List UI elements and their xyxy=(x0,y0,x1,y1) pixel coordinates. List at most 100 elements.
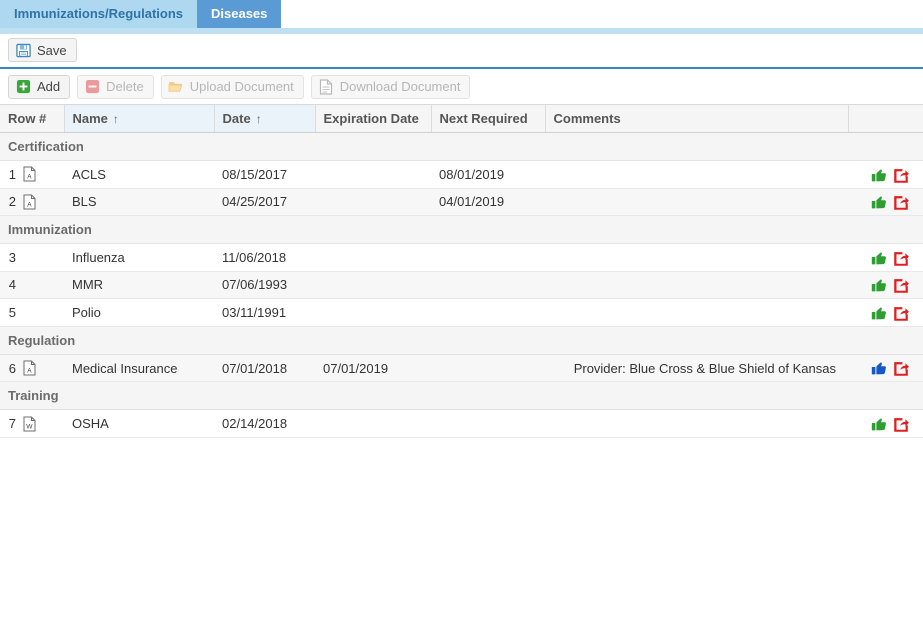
save-button[interactable]: Save xyxy=(8,38,77,62)
download-document-button[interactable]: Download Document xyxy=(310,74,471,99)
upload-document-button[interactable]: Upload Document xyxy=(160,74,304,99)
share-export-icon[interactable] xyxy=(893,194,909,210)
sort-ascending-icon: ↑ xyxy=(112,112,119,126)
add-button[interactable]: Add xyxy=(8,74,71,99)
row-number-label: 2 xyxy=(8,194,16,210)
cell-actions xyxy=(848,160,923,189)
plus-square-icon xyxy=(15,79,31,95)
upload-document-button-label: Upload Document xyxy=(189,79,294,94)
share-export-icon[interactable] xyxy=(893,277,909,293)
cell-next-required: 08/01/2019 xyxy=(431,160,545,189)
column-header-label: Name xyxy=(72,111,108,126)
cell-comments: Provider: Blue Cross & Blue Shield of Ka… xyxy=(545,354,848,383)
cell-name: MMR xyxy=(64,271,214,300)
folder-open-icon xyxy=(168,79,184,95)
cell-row-number: 3 xyxy=(0,243,64,272)
document-icon-placeholder xyxy=(23,249,36,265)
cell-next-required xyxy=(431,354,545,383)
group-header-label: Certification xyxy=(0,132,923,161)
cell-name: ACLS xyxy=(64,160,214,189)
thumbs-up-icon[interactable] xyxy=(871,305,887,321)
column-header-label: Expiration Date xyxy=(323,111,419,126)
thumbs-up-icon[interactable] xyxy=(871,416,887,432)
share-export-icon[interactable] xyxy=(893,250,909,266)
thumbs-up-icon[interactable] xyxy=(871,250,887,266)
add-button-label: Add xyxy=(37,79,61,94)
cell-comments xyxy=(545,188,848,217)
cell-row-number: 4 xyxy=(0,271,64,300)
cell-actions xyxy=(848,243,923,272)
cell-comments xyxy=(545,271,848,300)
column-header-label: Comments xyxy=(553,111,621,126)
cell-next-required: 04/01/2019 xyxy=(431,188,545,217)
table-row[interactable]: 5 Polio 03/11/1991 xyxy=(0,298,923,327)
svg-text:A: A xyxy=(27,367,32,374)
svg-text:A: A xyxy=(27,174,32,181)
cell-actions xyxy=(848,409,923,438)
cell-expiration-date xyxy=(315,298,431,327)
cell-row-number: 1A xyxy=(0,160,64,189)
action-toolbar: Add Delete Upload Document Download Docu… xyxy=(0,69,923,104)
cell-date: 07/06/1993 xyxy=(214,271,315,300)
cell-name: OSHA xyxy=(64,409,214,438)
cell-actions xyxy=(848,271,923,300)
share-export-icon[interactable] xyxy=(893,305,909,321)
tab-immunizations-regulations[interactable]: Immunizations/Regulations xyxy=(0,0,198,28)
group-header-row: Training xyxy=(0,381,923,411)
thumbs-up-icon[interactable] xyxy=(871,360,887,376)
column-header-date[interactable]: Date ↑ xyxy=(214,104,316,133)
tab-bar: Immunizations/Regulations Diseases xyxy=(0,0,923,28)
share-export-icon[interactable] xyxy=(893,416,909,432)
share-export-icon[interactable] xyxy=(893,360,909,377)
tab-diseases[interactable]: Diseases xyxy=(197,0,282,28)
row-number-label: 4 xyxy=(8,277,16,293)
column-header-name[interactable]: Name ↑ xyxy=(64,104,215,133)
group-header-label: Training xyxy=(0,381,923,411)
document-icon-placeholder xyxy=(23,277,36,293)
pdf-icon[interactable]: A xyxy=(23,360,36,376)
thumbs-up-icon[interactable] xyxy=(871,277,887,293)
word-icon[interactable]: W xyxy=(23,416,36,432)
row-number-label: 3 xyxy=(8,249,16,265)
table-row[interactable]: 6 A Medical Insurance 07/01/2018 07/01/2019 P… xyxy=(0,354,923,383)
cell-comments xyxy=(545,409,848,438)
save-toolbar: Save xyxy=(0,34,923,67)
save-button-label: Save xyxy=(37,42,67,58)
immunizations-grid: Row # Name ↑ Date ↑ Expiration Date Next R… xyxy=(0,104,923,438)
column-header-next-required[interactable]: Next Required xyxy=(431,104,546,133)
cell-date: 11/06/2018 xyxy=(214,243,315,272)
cell-expiration-date: 07/01/2019 xyxy=(315,354,431,383)
grid-header-row: Row # Name ↑ Date ↑ Expiration Date Next R… xyxy=(0,104,923,133)
tab-label: Immunizations/Regulations xyxy=(14,6,184,21)
cell-comments xyxy=(545,298,848,327)
thumbs-up-icon[interactable] xyxy=(871,167,887,183)
cell-expiration-date xyxy=(315,243,431,272)
table-row[interactable]: 1 A ACLS 08/15/2017 08/01/2019 xyxy=(0,160,923,189)
cell-actions xyxy=(848,298,923,327)
table-row[interactable]: 4 MMR 07/06/1993 xyxy=(0,271,923,300)
cell-expiration-date xyxy=(315,160,431,189)
table-row[interactable]: 2 A BLS 04/25/2017 04/01/2019 xyxy=(0,188,923,217)
thumbs-up-icon[interactable] xyxy=(871,194,887,210)
table-row[interactable]: 7 W OSHA 02/14/2018 xyxy=(0,409,923,438)
column-header-label: Next Required xyxy=(439,111,528,126)
cell-next-required xyxy=(431,243,545,272)
cell-name: Medical Insurance xyxy=(64,354,214,383)
column-header-comments[interactable]: Comments xyxy=(545,104,849,133)
cell-next-required xyxy=(431,298,545,327)
document-icon-placeholder xyxy=(23,305,36,321)
column-header-expiration-date[interactable]: Expiration Date xyxy=(315,104,432,133)
group-header-label: Immunization xyxy=(0,215,923,245)
sort-ascending-icon: ↑ xyxy=(255,112,262,126)
cell-name: Polio xyxy=(64,298,214,327)
pdf-icon[interactable]: A xyxy=(23,166,36,182)
table-row[interactable]: 3 Influenza 11/06/2018 xyxy=(0,243,923,272)
delete-button[interactable]: Delete xyxy=(77,74,154,99)
share-export-icon[interactable] xyxy=(893,167,909,183)
pdf-icon[interactable]: A xyxy=(23,194,36,210)
cell-expiration-date xyxy=(315,271,431,300)
column-header-row-number[interactable]: Row # xyxy=(0,104,65,133)
minus-square-icon xyxy=(84,79,100,95)
group-header-row: Regulation xyxy=(0,326,923,355)
cell-next-required xyxy=(431,409,545,438)
